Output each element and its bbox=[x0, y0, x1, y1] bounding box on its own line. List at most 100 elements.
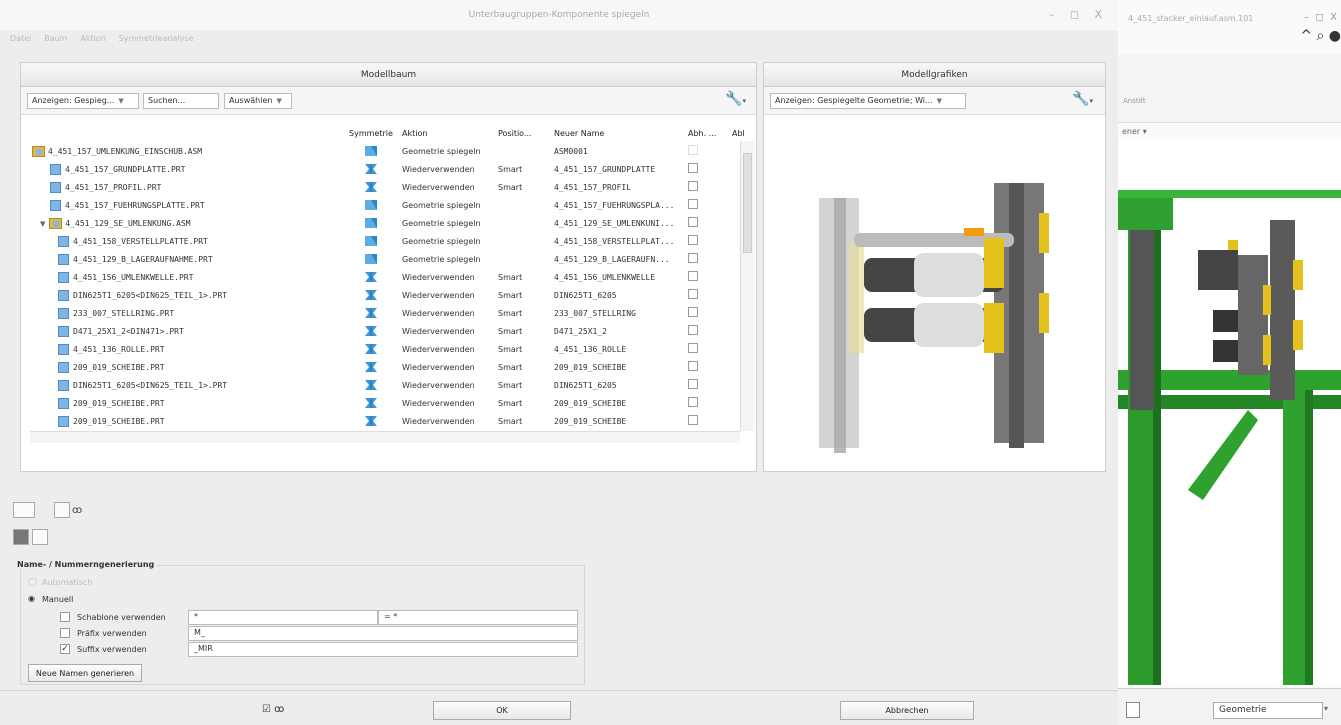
expand-arrow-icon[interactable]: ▼ bbox=[40, 220, 45, 228]
dependency-checkbox[interactable] bbox=[688, 397, 698, 407]
new-name-cell[interactable]: 4_451_129_SE_UMLENKUNI... bbox=[552, 214, 686, 232]
select-combo[interactable]: Auswählen ▼ bbox=[224, 93, 292, 109]
template-target-input[interactable]: = * bbox=[378, 610, 578, 625]
template-input[interactable]: * bbox=[188, 610, 378, 625]
dependency-checkbox[interactable] bbox=[688, 361, 698, 371]
layout-toggle-icon[interactable] bbox=[13, 502, 35, 518]
symmetry-icon[interactable] bbox=[342, 358, 400, 376]
position-cell[interactable]: Smart bbox=[496, 412, 552, 430]
tree-row[interactable]: 209_019_SCHEIBE.PRT Wiederverwenden Smart 2… bbox=[22, 412, 747, 430]
symmetry-icon[interactable] bbox=[342, 412, 400, 430]
action-cell[interactable]: Wiederverwenden bbox=[400, 286, 496, 304]
dependency-checkbox[interactable] bbox=[688, 271, 698, 281]
tree-vertical-scrollbar[interactable] bbox=[740, 141, 754, 431]
position-cell[interactable] bbox=[496, 232, 552, 250]
bg-search-help-icons[interactable]: ^ ⌕ ● bbox=[1300, 28, 1341, 44]
new-name-cell[interactable]: 4_451_136_ROLLE bbox=[552, 340, 686, 358]
position-cell[interactable] bbox=[496, 214, 552, 232]
tree-row[interactable]: 209_019_SCHEIBE.PRT Wiederverwenden Smart 2… bbox=[22, 394, 747, 412]
action-cell[interactable]: Wiederverwenden bbox=[400, 412, 496, 430]
dependency-checkbox[interactable] bbox=[688, 415, 698, 425]
symmetry-icon[interactable] bbox=[342, 178, 400, 196]
new-name-cell[interactable]: DIN625T1_6205 bbox=[552, 376, 686, 394]
symmetry-icon[interactable] bbox=[342, 250, 400, 268]
position-cell[interactable]: Smart bbox=[496, 178, 552, 196]
action-cell[interactable]: Wiederverwenden bbox=[400, 322, 496, 340]
symmetry-icon[interactable] bbox=[342, 232, 400, 250]
action-cell[interactable]: Wiederverwenden bbox=[400, 358, 496, 376]
col-symmetrie[interactable]: Symmetrie bbox=[342, 124, 400, 142]
tree-row[interactable]: 4_451_157_PROFIL.PRT Wiederverwenden Smart… bbox=[22, 178, 747, 196]
dependency-checkbox[interactable] bbox=[688, 199, 698, 209]
menu-aktion[interactable]: Aktion bbox=[80, 34, 105, 43]
prefix-input[interactable]: M_ bbox=[188, 626, 578, 641]
position-cell[interactable]: Smart bbox=[496, 340, 552, 358]
action-cell[interactable]: Wiederverwenden bbox=[400, 376, 496, 394]
symmetry-icon[interactable] bbox=[342, 286, 400, 304]
suffix-input[interactable]: _MIR bbox=[188, 642, 578, 657]
col-abl[interactable]: Abl bbox=[730, 124, 747, 142]
position-cell[interactable]: Smart bbox=[496, 268, 552, 286]
tree-row[interactable]: 233_007_STELLRING.PRT Wiederverwenden Smar… bbox=[22, 304, 747, 322]
menu-symmetrieanalyse[interactable]: Symmetrieanalyse bbox=[119, 34, 194, 43]
dependency-checkbox[interactable] bbox=[688, 325, 698, 335]
tree-row[interactable]: DIN625T1_6205<DIN625_TEIL_1>.PRT Wiederve… bbox=[22, 286, 747, 304]
dependency-checkbox[interactable] bbox=[688, 253, 698, 263]
tree-row[interactable]: 4_451_158_VERSTELLPLATTE.PRT Geometrie sp… bbox=[22, 232, 747, 250]
bg-3d-viewport[interactable] bbox=[1118, 140, 1341, 685]
dependency-checkbox[interactable] bbox=[688, 307, 698, 317]
tree-horizontal-scrollbar-right[interactable] bbox=[344, 431, 740, 443]
symmetry-icon[interactable] bbox=[342, 394, 400, 412]
tree-row[interactable]: 4_451_157_GRUNDPLATTE.PRT Wiederverwenden… bbox=[22, 160, 747, 178]
action-cell[interactable]: Geometrie spiegeln bbox=[400, 196, 496, 214]
symmetry-icon[interactable] bbox=[342, 304, 400, 322]
action-cell[interactable]: Wiederverwenden bbox=[400, 304, 496, 322]
position-cell[interactable]: Smart bbox=[496, 304, 552, 322]
symmetry-icon[interactable] bbox=[342, 214, 400, 232]
new-name-cell[interactable]: 4_451_129_B_LAGERAUFN... bbox=[552, 250, 686, 268]
new-name-cell[interactable]: 4_451_158_VERSTELLPLAT... bbox=[552, 232, 686, 250]
position-cell[interactable] bbox=[496, 196, 552, 214]
new-name-cell[interactable]: 233_007_STELLRING bbox=[552, 304, 686, 322]
menu-baum[interactable]: Baum bbox=[44, 34, 67, 43]
tree-row[interactable]: D471_25X1_2<DIN471>.PRT Wiederverwenden Sm… bbox=[22, 322, 747, 340]
dependency-checkbox[interactable] bbox=[688, 343, 698, 353]
new-name-cell[interactable]: 4_451_157_GRUNDPLATTE bbox=[552, 160, 686, 178]
action-cell[interactable]: Geometrie spiegeln bbox=[400, 214, 496, 232]
action-cell[interactable]: Geometrie spiegeln bbox=[400, 142, 496, 160]
symmetry-icon[interactable] bbox=[342, 376, 400, 394]
dependency-checkbox[interactable] bbox=[688, 163, 698, 173]
cancel-button[interactable]: Abbrechen bbox=[840, 701, 974, 720]
symmetry-icon[interactable] bbox=[342, 340, 400, 358]
col-neuer-name[interactable]: Neuer Name bbox=[552, 124, 686, 142]
action-cell[interactable]: Wiederverwenden bbox=[400, 160, 496, 178]
tree-row[interactable]: 4_451_157_FUEHRUNGSPLATTE.PRT Geometrie s… bbox=[22, 196, 747, 214]
file-icon[interactable] bbox=[1126, 702, 1140, 718]
dependency-checkbox[interactable] bbox=[688, 217, 698, 227]
chevron-down-icon[interactable]: ▾ bbox=[1324, 704, 1328, 713]
new-name-cell[interactable]: D471_25X1_2 bbox=[552, 322, 686, 340]
new-name-cell[interactable]: 209_019_SCHEIBE bbox=[552, 412, 686, 430]
action-cell[interactable]: Wiederverwenden bbox=[400, 268, 496, 286]
action-cell[interactable]: Geometrie spiegeln bbox=[400, 232, 496, 250]
tree-settings-icon[interactable]: 🔧▾ bbox=[725, 91, 746, 107]
dialog-window-controls[interactable]: – ◻ X bbox=[1049, 8, 1108, 21]
new-name-cell[interactable]: 209_019_SCHEIBE bbox=[552, 394, 686, 412]
tree-row[interactable]: 4_451_129_B_LAGERAUFNAHME.PRT Geometrie s… bbox=[22, 250, 747, 268]
new-name-cell[interactable]: ASM0001 bbox=[552, 142, 686, 160]
bg-window-controls[interactable]: – ◻ X bbox=[1304, 12, 1337, 23]
position-cell[interactable]: Smart bbox=[496, 394, 552, 412]
auto-radio-icon[interactable]: ◯ bbox=[28, 577, 37, 586]
dependency-checkbox[interactable] bbox=[688, 145, 698, 155]
tree-horizontal-scrollbar-left[interactable] bbox=[30, 431, 344, 443]
tree-row[interactable]: DIN625T1_6205<DIN625_TEIL_1>.PRT Wiederve… bbox=[22, 376, 747, 394]
bg-ribbon-dropdown[interactable]: ener ▾ bbox=[1122, 127, 1147, 136]
generate-names-button[interactable]: Neue Namen generieren bbox=[28, 664, 142, 682]
mirrored-model-preview-image[interactable] bbox=[794, 183, 1064, 463]
position-cell[interactable]: Smart bbox=[496, 286, 552, 304]
col-aktion[interactable]: Aktion bbox=[400, 124, 496, 142]
dependency-checkbox[interactable] bbox=[688, 181, 698, 191]
manual-radio-icon[interactable]: ◉ bbox=[28, 594, 35, 603]
action-cell[interactable]: Wiederverwenden bbox=[400, 178, 496, 196]
dependency-checkbox[interactable] bbox=[688, 379, 698, 389]
